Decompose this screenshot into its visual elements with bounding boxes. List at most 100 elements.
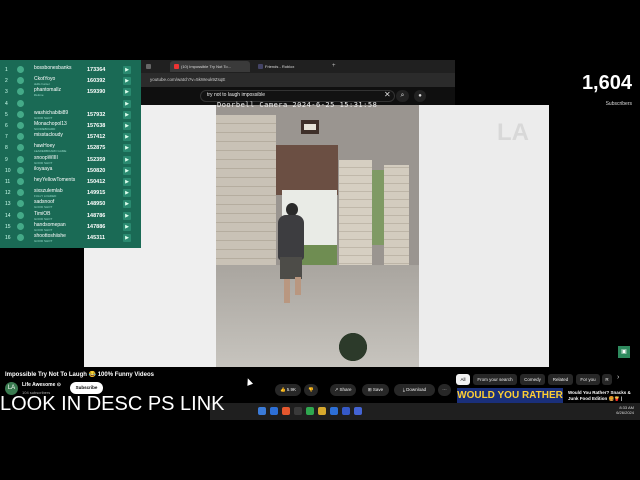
- play-icon[interactable]: ▶: [123, 200, 131, 209]
- leaderboard-row: 11 heyYellowToments 150412 ▶: [0, 177, 141, 189]
- avatar: [17, 88, 24, 96]
- tab-favicon: [146, 64, 151, 70]
- play-icon[interactable]: ▶: [123, 122, 131, 130]
- chip-related[interactable]: Related: [548, 374, 573, 385]
- roblox-icon: [258, 64, 263, 70]
- leaderboard-score: 157932: [87, 111, 106, 118]
- tab-youtube[interactable]: (10) Impossible Try Not To...: [170, 61, 250, 72]
- leaderboard-rank: 3: [5, 89, 8, 96]
- chip-more[interactable]: R: [602, 374, 612, 385]
- play-icon[interactable]: ▶: [123, 77, 131, 86]
- taskbar-app-icon[interactable]: [258, 407, 266, 415]
- person-leg: [284, 279, 290, 303]
- leaderboard-tag: GOOD SHOT: [34, 216, 53, 221]
- leaderboard-row: 15 handsomepan GOOD SHOT 147886 ▶: [0, 222, 141, 234]
- doorbell-footage: [216, 105, 419, 367]
- leaderboard-score: 150820: [87, 167, 106, 174]
- taskbar-app-icon[interactable]: [318, 407, 326, 415]
- more-actions-button[interactable]: ···: [438, 384, 451, 396]
- potted-plant: [328, 323, 378, 363]
- chip-all[interactable]: All: [456, 374, 470, 385]
- channel-watermark: LA: [497, 119, 529, 146]
- subscriber-label: Subscribers: [605, 101, 632, 107]
- leaderboard-score: 149915: [87, 190, 106, 197]
- play-icon[interactable]: ▶: [123, 211, 131, 220]
- leaderboard-score: 157412: [87, 134, 106, 141]
- search-icon[interactable]: ⌕: [396, 90, 409, 102]
- clear-search-icon[interactable]: ✕: [384, 90, 391, 99]
- taskbar-app-icon[interactable]: [306, 407, 314, 415]
- stream-overlay-text: LOOK IN DESC PS LINK: [0, 393, 225, 415]
- chevron-right-icon[interactable]: ›: [617, 374, 619, 381]
- leaderboard-row: 2 CkotYoyo skills hunter 160392 ▶: [0, 76, 141, 88]
- leaderboard-score: 152359: [87, 156, 106, 163]
- dislike-button[interactable]: 👎: [304, 384, 318, 396]
- recommended-thumbnail[interactable]: WOULD YOU RATHER: [457, 388, 563, 404]
- like-button[interactable]: 👍 5.9K: [275, 384, 301, 396]
- taskbar-app-icon[interactable]: [354, 407, 362, 415]
- tab-label: (10) Impossible Try Not To...: [181, 64, 231, 69]
- video-title: Impossible Try Not To Laugh 😂 100% Funny…: [5, 372, 154, 378]
- tab-1[interactable]: [142, 61, 170, 72]
- play-icon[interactable]: ▶: [123, 155, 131, 164]
- leaderboard-tag: GOOD SHOT: [34, 160, 53, 165]
- taskbar-clock[interactable]: 8:33 AM 6/26/2024: [612, 405, 634, 415]
- address-bar[interactable]: youtube.com/watch?v=5kWeuk9ZsqE: [150, 76, 280, 84]
- play-icon[interactable]: ▶: [123, 144, 131, 153]
- chip-from-your-search[interactable]: From your search: [473, 374, 517, 385]
- play-icon[interactable]: ▶: [123, 66, 131, 74]
- new-tab-button[interactable]: +: [332, 63, 336, 69]
- play-icon[interactable]: ▶: [123, 166, 131, 175]
- play-icon[interactable]: ▶: [123, 99, 131, 108]
- chip-comedy[interactable]: Comedy: [520, 374, 545, 385]
- play-icon[interactable]: ▶: [123, 133, 131, 142]
- download-button[interactable]: ⤓ Download: [394, 384, 435, 396]
- leaderboard-name: bossbonesbanks: [34, 65, 72, 71]
- leaderboard-tag: lifetime: [34, 93, 44, 98]
- avatar: [17, 211, 24, 219]
- play-icon[interactable]: ▶: [123, 88, 131, 97]
- tab-roblox[interactable]: Friends - Roblox: [254, 61, 329, 72]
- leaderboard-row: 13 sadsnoof GOOD SHOT 148950 ▶: [0, 199, 141, 211]
- play-icon[interactable]: ▶: [123, 234, 131, 242]
- overlay-icon[interactable]: ▣: [618, 346, 630, 358]
- save-button[interactable]: ⊞ Save: [362, 384, 389, 396]
- person-shorts: [280, 257, 302, 279]
- play-icon[interactable]: ▶: [123, 222, 131, 231]
- search-query: try not to laugh impossible: [207, 92, 266, 98]
- leaderboard-rank: 5: [5, 111, 8, 118]
- taskbar-app-icon[interactable]: [342, 407, 350, 415]
- tab-bar: (10) Impossible Try Not To... Friends - …: [140, 60, 455, 73]
- clock-date: 6/26/2024: [616, 410, 634, 415]
- avatar: [17, 66, 24, 73]
- porch-light-glow: [304, 124, 316, 130]
- leaderboard-score: 152875: [87, 145, 106, 152]
- taskbar-app-icon[interactable]: [282, 407, 290, 415]
- leaderboard-rank: 13: [5, 201, 11, 208]
- play-icon[interactable]: ▶: [123, 110, 131, 119]
- leaderboard-row: 5 washichabibi89 GOOD SHOT 157932 ▶: [0, 110, 141, 122]
- porch-floor: [216, 265, 419, 367]
- leaderboard-name: heyYellowToments: [34, 177, 76, 183]
- play-icon[interactable]: ▶: [123, 189, 131, 198]
- leaderboard-rank: 16: [5, 235, 11, 241]
- share-button[interactable]: ↗ Share: [330, 384, 356, 396]
- leaderboard-tag: skills hunter: [34, 82, 50, 87]
- leaderboard-rank: 8: [5, 145, 8, 152]
- leaderboard-score: 150412: [87, 179, 106, 185]
- channel-name[interactable]: Life Awesome ⊙: [22, 382, 61, 388]
- leaderboard-rank: 9: [5, 156, 8, 163]
- leaderboard-tag: GOOD SHOT: [34, 227, 53, 232]
- leaderboard-tag: GOOD SHOT: [34, 115, 53, 120]
- play-icon[interactable]: ▶: [123, 178, 131, 186]
- leaderboard-row: 9 snoopWIIII GOOD SHOT 152359 ▶: [0, 155, 141, 167]
- taskbar-app-icon[interactable]: [294, 407, 302, 415]
- screen: (10) Impossible Try Not To... Friends - …: [0, 0, 640, 480]
- avatar: [17, 133, 24, 141]
- chip-for-you[interactable]: For you: [576, 374, 600, 385]
- mic-icon[interactable]: ●: [414, 90, 426, 102]
- recommended-title[interactable]: Would You Rather? Snacks & Junk Food Edi…: [568, 390, 638, 402]
- video-pillarbox-right: [419, 105, 549, 367]
- taskbar-app-icon[interactable]: [330, 407, 338, 415]
- taskbar-app-icon[interactable]: [270, 407, 278, 415]
